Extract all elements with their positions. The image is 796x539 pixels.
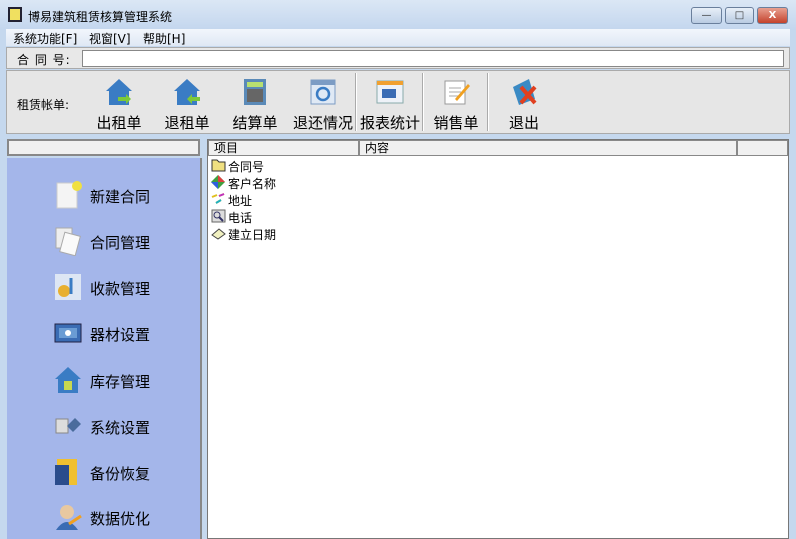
menu-help[interactable]: 帮助[H] bbox=[143, 30, 185, 47]
menu-bar: 系统功能[F] 视窗[V] 帮助[H] bbox=[6, 29, 790, 46]
column-header-blank[interactable] bbox=[737, 140, 788, 156]
settings-icon bbox=[55, 418, 81, 434]
sidebar: 新建合同 合同管理 收款管理 器材设置 库存管理 系统设置 备份恢复 数据优化 bbox=[7, 158, 202, 539]
list-item[interactable]: 合同号 bbox=[211, 157, 411, 174]
phone-book-icon bbox=[211, 209, 226, 223]
sidebar-item-new-contract[interactable]: 新建合同 bbox=[51, 176, 191, 216]
restore-button[interactable]: □ bbox=[725, 7, 754, 24]
contract-input[interactable] bbox=[82, 50, 784, 67]
backup-icon bbox=[55, 459, 77, 485]
column-header-content[interactable]: 内容 bbox=[359, 140, 737, 156]
report-icon bbox=[376, 80, 404, 104]
pins-icon bbox=[211, 193, 225, 204]
calculator-icon bbox=[244, 79, 266, 105]
sidebar-item-equipment-settings[interactable]: 器材设置 bbox=[51, 314, 191, 354]
notepad-icon bbox=[444, 80, 470, 105]
list-item[interactable]: 地址 bbox=[211, 191, 411, 208]
sidebar-item-system-settings[interactable]: 系统设置 bbox=[51, 407, 191, 447]
list-item[interactable]: 客户名称 bbox=[211, 174, 411, 191]
new-document-icon bbox=[56, 181, 82, 209]
contract-label: 合 同 号: bbox=[17, 53, 71, 67]
warehouse-icon bbox=[55, 367, 81, 393]
return-status-button[interactable]: 退还情况 bbox=[290, 75, 356, 132]
refresh-window-icon bbox=[310, 79, 336, 105]
minimize-button[interactable]: — bbox=[691, 7, 722, 24]
left-panel-header bbox=[7, 139, 200, 156]
menu-system[interactable]: 系统功能[F] bbox=[13, 30, 77, 47]
column-header-item[interactable]: 项目 bbox=[208, 140, 359, 156]
payment-icon bbox=[55, 274, 81, 300]
menu-window[interactable]: 视窗[V] bbox=[89, 30, 131, 47]
sidebar-item-data-optimization[interactable]: 数据优化 bbox=[51, 498, 191, 538]
detail-list: 项目 内容 合同号 客户名称 地址 电话 建立日期 bbox=[207, 139, 789, 539]
title-bar: 博易建筑租赁核算管理系统 — □ X bbox=[0, 0, 796, 30]
list-item[interactable]: 建立日期 bbox=[211, 225, 411, 242]
sidebar-item-inventory-management[interactable]: 库存管理 bbox=[51, 361, 191, 401]
house-out-icon bbox=[106, 79, 132, 105]
close-button[interactable]: X bbox=[757, 7, 788, 24]
toolbar: 租赁帐单: 出租单 退租单 结算单 退还情况 报表统计 销售单 退出 bbox=[6, 70, 790, 134]
settlement-button[interactable]: 结算单 bbox=[222, 75, 288, 132]
contract-bar: 合 同 号: bbox=[6, 47, 790, 69]
sidebar-item-contract-management[interactable]: 合同管理 bbox=[51, 222, 191, 262]
exit-button[interactable]: 退出 bbox=[491, 75, 557, 132]
calendar-icon bbox=[211, 228, 226, 240]
rent-out-button[interactable]: 出租单 bbox=[86, 75, 152, 132]
window-title: 博易建筑租赁核算管理系统 bbox=[28, 10, 173, 24]
optimization-icon bbox=[56, 505, 82, 530]
equipment-icon bbox=[54, 323, 82, 343]
list-item[interactable]: 电话 bbox=[211, 208, 411, 225]
sales-button[interactable]: 销售单 bbox=[423, 75, 489, 132]
sidebar-item-payment-management[interactable]: 收款管理 bbox=[51, 268, 191, 308]
exit-icon bbox=[513, 79, 537, 105]
toolbar-label: 租赁帐单: bbox=[17, 98, 70, 112]
color-cube-icon bbox=[211, 175, 225, 189]
folder-icon bbox=[211, 159, 226, 172]
documents-icon bbox=[55, 227, 81, 256]
app-icon bbox=[8, 7, 22, 22]
house-return-icon bbox=[174, 79, 200, 105]
rent-return-button[interactable]: 退租单 bbox=[154, 75, 220, 132]
sidebar-item-backup-restore[interactable]: 备份恢复 bbox=[51, 453, 191, 493]
report-button[interactable]: 报表统计 bbox=[357, 75, 423, 132]
